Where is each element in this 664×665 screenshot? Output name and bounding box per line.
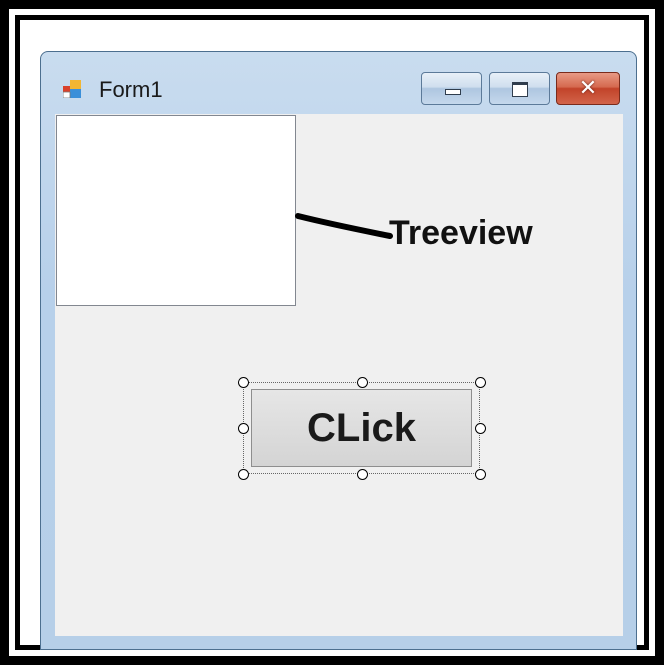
form-window: Form1 ✕ (40, 51, 637, 650)
button-selection-frame[interactable]: CLick (238, 377, 486, 480)
window-title: Form1 (99, 77, 163, 102)
resize-handle-top-center[interactable] (357, 377, 368, 388)
resize-handle-bottom-right[interactable] (475, 469, 486, 480)
resize-handle-top-right[interactable] (475, 377, 486, 388)
maximize-button[interactable] (489, 72, 550, 105)
treeview-control[interactable] (56, 115, 296, 306)
maximize-icon (512, 82, 528, 97)
close-button[interactable]: ✕ (556, 72, 620, 105)
click-button[interactable]: CLick (251, 389, 472, 467)
resize-handle-middle-right[interactable] (475, 423, 486, 434)
treeview-annotation-label: Treeview (389, 214, 533, 252)
resize-handle-middle-left[interactable] (238, 423, 249, 434)
minimize-button[interactable] (421, 72, 482, 105)
resize-handle-top-left[interactable] (238, 377, 249, 388)
title-bar[interactable]: Form1 ✕ (41, 52, 636, 114)
close-icon: ✕ (578, 76, 598, 101)
form-client-area (55, 114, 623, 636)
resize-handle-bottom-center[interactable] (357, 469, 368, 480)
resize-handle-bottom-left[interactable] (238, 469, 249, 480)
form-app-icon (63, 80, 81, 98)
minimize-icon (445, 89, 461, 95)
